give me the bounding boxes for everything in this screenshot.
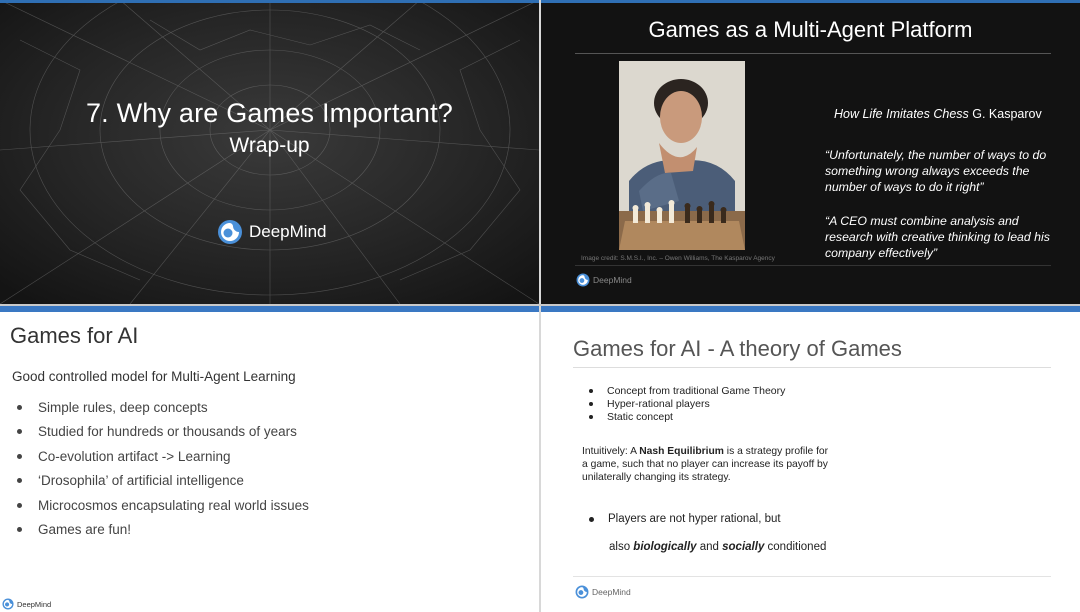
- slide-title: 7. Why are Games Important?: [85, 98, 454, 128]
- list-item: Static concept: [589, 410, 785, 423]
- deepmind-logo: DeepMind: [576, 273, 632, 287]
- kasparov-photo: [619, 61, 745, 250]
- nash-equilibrium-term: Nash Equilibrium: [639, 446, 724, 457]
- slide-subtitle: Wrap-up: [229, 134, 310, 157]
- slide-why-games-important: 7. Why are Games Important? Wrap-up Deep…: [0, 0, 539, 304]
- bullet-continuation: also biologically and socially condition…: [609, 541, 827, 553]
- deepmind-logo-icon: [576, 273, 590, 287]
- slide-intro: Good controlled model for Multi-Agent Le…: [12, 369, 296, 384]
- list-item: Concept from traditional Game Theory: [589, 384, 785, 397]
- slide-theory-of-games: Games for AI - A theory of Games Concept…: [541, 306, 1080, 612]
- bullet-icon: [17, 429, 22, 435]
- bullet-icon: [589, 516, 594, 522]
- bullet-icon: [589, 401, 593, 406]
- slide-title: Games as a Multi-Agent Platform: [648, 17, 973, 42]
- deepmind-logo-icon: [218, 220, 242, 244]
- nash-equilibrium-definition: Intuitively: A Nash Equilibrium is a str…: [582, 446, 829, 483]
- slide-top-bar: [0, 0, 539, 3]
- deepmind-logo: DeepMind: [217, 219, 327, 245]
- slide-top-bar: [541, 306, 1080, 312]
- bullet-list: Simple rules, deep concepts Studied for …: [17, 395, 309, 542]
- image-credit: Image credit: S.M.S.I., Inc. – Owen Will…: [581, 255, 775, 262]
- brand-name: DeepMind: [17, 599, 52, 609]
- title-divider: [573, 367, 1051, 368]
- brand-name: DeepMind: [592, 587, 631, 597]
- bullet-list: Concept from traditional Game Theory Hyp…: [589, 384, 785, 423]
- bullet-icon: [17, 404, 22, 410]
- bullet-icon: [589, 388, 593, 393]
- book-title: How Life Imitates Chess: [834, 107, 969, 121]
- footer-divider: [575, 265, 1051, 266]
- deepmind-logo-icon: [2, 598, 14, 610]
- list-item: Hyper-rational players: [589, 397, 785, 410]
- list-item: Microcosmos encapsulating real world iss…: [17, 493, 309, 518]
- list-item: Co-evolution artifact -> Learning: [17, 444, 309, 469]
- list-item: Studied for hundreds or thousands of yea…: [17, 420, 309, 445]
- quote-1: “Unfortunately, the number of ways to do…: [825, 148, 1047, 194]
- list-item: Players are not hyper rational, but: [589, 513, 781, 525]
- deepmind-logo-icon: [575, 585, 589, 599]
- bullet-icon: [17, 453, 22, 459]
- slide-divider-vertical: [539, 0, 541, 612]
- list-item: Games are fun!: [17, 518, 309, 543]
- slide-title: Games for AI - A theory of Games: [573, 336, 902, 361]
- slide-title: Games for AI: [10, 323, 139, 348]
- bullet-icon: [17, 527, 22, 533]
- book-reference: How Life Imitates Chess G. Kasparov: [834, 107, 1042, 121]
- book-author: G. Kasparov: [972, 107, 1042, 121]
- slide-top-bar: [541, 0, 1080, 3]
- bullet-icon: [589, 414, 593, 419]
- bullet-icon: [17, 478, 22, 484]
- quote-2: “A CEO must combine analysis and researc…: [825, 214, 1050, 260]
- deepmind-logo: DeepMind: [575, 585, 631, 599]
- slide-multi-agent-platform: Games as a Multi-Agent Platform Image cr…: [541, 0, 1080, 304]
- deepmind-logo: DeepMind: [2, 598, 51, 610]
- bullet-icon: [17, 502, 22, 508]
- slide-games-for-ai: Games for AI Good controlled model for M…: [0, 306, 539, 612]
- brand-name: DeepMind: [249, 222, 327, 241]
- footer-divider: [573, 576, 1051, 577]
- slide-top-bar: [0, 306, 539, 312]
- brand-name: DeepMind: [593, 275, 632, 285]
- list-item: ‘Drosophila’ of artificial intelligence: [17, 469, 309, 494]
- title-divider: [575, 53, 1051, 54]
- slide-divider-horizontal: [0, 304, 1080, 306]
- list-item: Simple rules, deep concepts: [17, 395, 309, 420]
